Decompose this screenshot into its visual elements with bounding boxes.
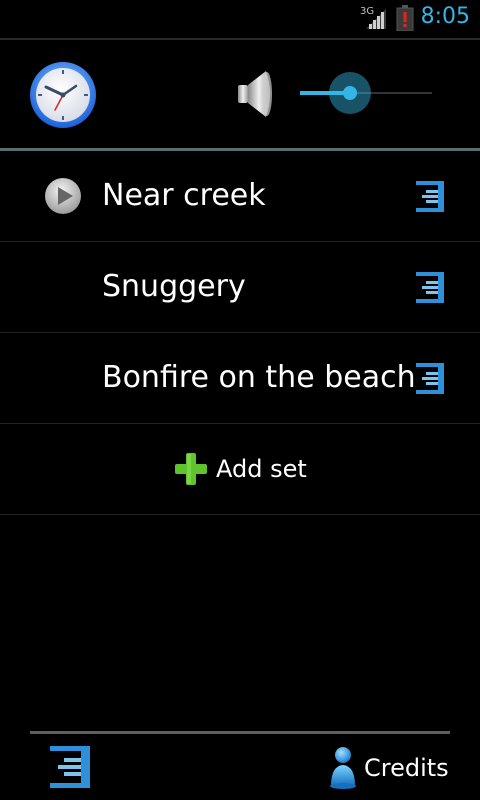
- clock-icon[interactable]: [28, 60, 98, 134]
- status-time: 8:05: [420, 4, 470, 29]
- person-icon: [328, 746, 358, 794]
- bottom-bar: Credits: [0, 734, 480, 800]
- credits-label: Credits: [364, 754, 449, 782]
- list-item-bonfire-on-the-beach[interactable]: Bonfire on the beach: [0, 333, 480, 424]
- status-bar: 3G 8:05: [0, 0, 480, 38]
- list-item-label: Bonfire on the beach: [102, 360, 416, 395]
- edit-set-icon[interactable]: [414, 361, 446, 399]
- edit-sets-icon[interactable]: [48, 744, 92, 794]
- plus-icon: [174, 452, 208, 490]
- volume-slider[interactable]: [298, 70, 434, 116]
- credits-button[interactable]: Credits: [326, 744, 456, 792]
- add-set-button[interactable]: Add set: [0, 424, 480, 515]
- edit-set-icon[interactable]: [414, 179, 446, 217]
- battery-alert-icon: [396, 5, 414, 35]
- list-item-label: Snuggery: [102, 269, 246, 304]
- list-item-label: Near creek: [102, 178, 266, 213]
- add-set-label: Add set: [216, 455, 307, 483]
- play-icon[interactable]: [44, 177, 82, 219]
- list-item-snuggery[interactable]: Snuggery: [0, 242, 480, 333]
- signal-icon: [364, 7, 388, 35]
- list-item-near-creek[interactable]: Near creek: [0, 151, 480, 242]
- speaker-icon[interactable]: [236, 68, 276, 124]
- edit-set-icon[interactable]: [414, 270, 446, 308]
- header-toolbar: [0, 40, 480, 148]
- sound-set-list: Near creek Snuggery Bonfire on the beach…: [0, 151, 480, 515]
